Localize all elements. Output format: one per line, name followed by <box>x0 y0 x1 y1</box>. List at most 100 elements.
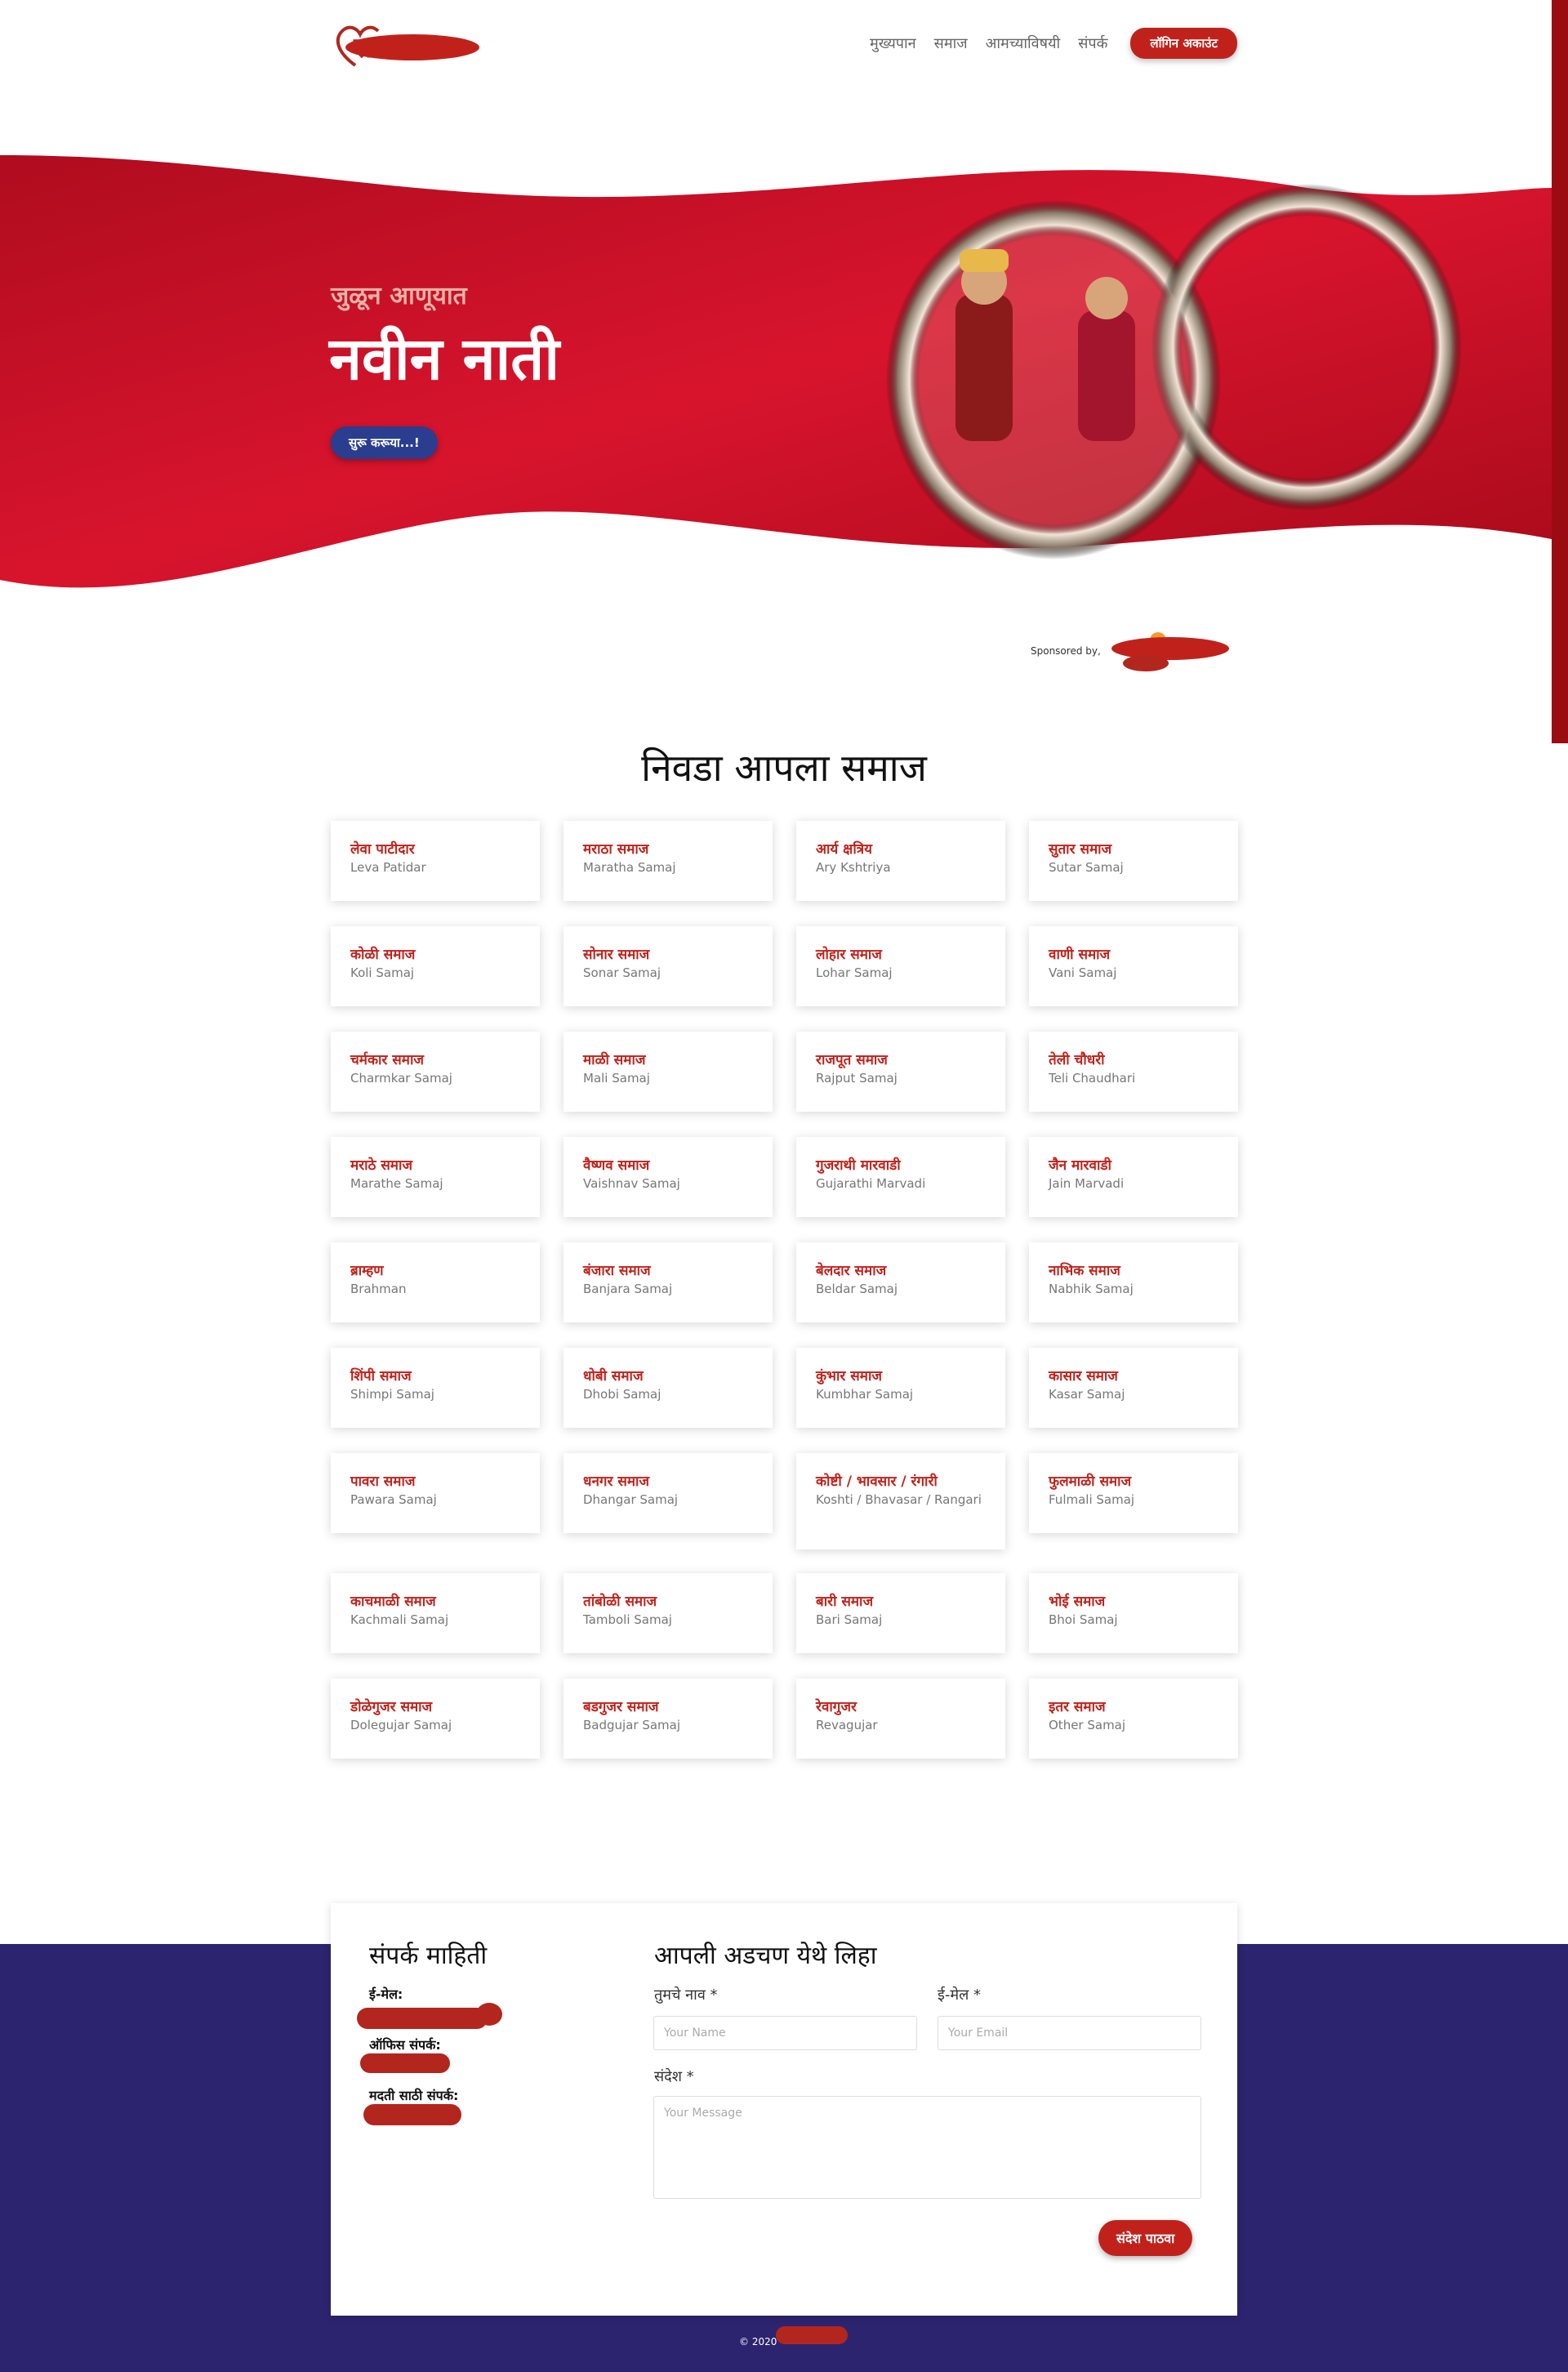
get-started-button[interactable]: सुरू करूया...! <box>331 426 438 459</box>
community-name-marathi: धनगर समाज <box>583 1474 650 1490</box>
community-card[interactable]: लोहार समाज Lohar Samaj <box>796 926 1005 1006</box>
community-card[interactable]: जैन मारवाडी Jain Marvadi <box>1029 1137 1238 1217</box>
name-input[interactable]: Your Name <box>653 2016 917 2050</box>
community-name-english: Ary Kshtriya <box>816 860 891 875</box>
community-name-marathi: पावरा समाज <box>350 1474 416 1490</box>
community-name-english: Koshti / Bhavasar / Rangari <box>816 1492 982 1507</box>
community-name-marathi: आर्य क्षत्रिय <box>816 841 872 858</box>
community-name-marathi: तेली चौधरी <box>1049 1052 1105 1068</box>
message-label: संदेश * <box>654 2068 694 2085</box>
redacted-help-number <box>363 2104 461 2125</box>
community-name-english: Brahman <box>350 1282 407 1296</box>
community-card[interactable]: नाभिक समाज Nabhik Samaj <box>1029 1242 1238 1322</box>
community-card[interactable]: माळी समाज Mali Samaj <box>564 1032 773 1112</box>
nav-communities[interactable]: समाज <box>934 33 968 53</box>
community-card[interactable]: गुजराथी मारवाडी Gujarathi Marvadi <box>796 1137 1005 1217</box>
community-card[interactable]: आर्य क्षत्रिय Ary Kshtriya <box>796 821 1005 901</box>
community-card[interactable]: डोळेगुजर समाज Dolegujar Samaj <box>331 1679 540 1759</box>
message-textarea[interactable]: Your Message <box>653 2096 1201 2199</box>
community-card[interactable]: राजपूत समाज Rajput Samaj <box>796 1032 1005 1112</box>
community-name-english: Bari Samaj <box>816 1612 883 1627</box>
sponsor-label: Sponsored by, <box>1031 645 1101 657</box>
community-card[interactable]: मराठा समाज Maratha Samaj <box>564 821 773 901</box>
main-nav: मुख्यपान समाज आमच्याविषयी संपर्क लॉगिन अ… <box>852 28 1237 59</box>
redacted-email-end <box>476 2003 502 2026</box>
community-name-english: Tamboli Samaj <box>583 1612 672 1627</box>
community-name-marathi: काचमाळी समाज <box>350 1594 436 1610</box>
community-name-marathi: वाणी समाज <box>1049 947 1111 963</box>
site-logo[interactable]: स <box>331 15 486 74</box>
community-card[interactable]: कासार समाज Kasar Samaj <box>1029 1348 1238 1428</box>
community-card[interactable]: तेली चौधरी Teli Chaudhari <box>1029 1032 1238 1112</box>
hero-title: नवीन नाती <box>329 324 559 393</box>
community-name-marathi: मराठे समाज <box>350 1157 412 1174</box>
community-card[interactable]: काचमाळी समाज Kachmali Samaj <box>331 1573 540 1653</box>
community-card[interactable]: तांबोळी समाज Tamboli Samaj <box>564 1573 773 1653</box>
ring-right <box>1152 184 1462 511</box>
community-name-english: Vani Samaj <box>1049 965 1117 980</box>
community-card[interactable]: फुलमाळी समाज Fulmali Samaj <box>1029 1453 1238 1533</box>
send-message-button[interactable]: संदेश पाठवा <box>1098 2220 1193 2256</box>
community-card[interactable]: कोळी समाज Koli Samaj <box>331 926 540 1006</box>
community-card[interactable]: बडगुजर समाज Badgujar Samaj <box>564 1679 773 1759</box>
community-card[interactable]: लेवा पाटीदार Leva Patidar <box>331 821 540 901</box>
community-card[interactable]: बारी समाज Bari Samaj <box>796 1573 1005 1653</box>
community-card[interactable]: पावरा समाज Pawara Samaj <box>331 1453 540 1533</box>
community-name-marathi: बडगुजर समाज <box>583 1699 659 1715</box>
community-card[interactable]: भोई समाज Bhoi Samaj <box>1029 1573 1238 1653</box>
community-name-english: Kachmali Samaj <box>350 1612 449 1627</box>
nav-home[interactable]: मुख्यपान <box>870 33 916 53</box>
community-name-english: Kumbhar Samaj <box>816 1387 914 1402</box>
community-name-english: Bhoi Samaj <box>1049 1612 1118 1627</box>
community-name-marathi: माळी समाज <box>583 1052 646 1068</box>
community-name-english: Shimpi Samaj <box>350 1387 434 1402</box>
community-card[interactable]: सोनार समाज Sonar Samaj <box>564 926 773 1006</box>
community-name-marathi: कुंभार समाज <box>816 1368 882 1384</box>
community-card[interactable]: कोष्टी / भावसार / रंगारी Koshti / Bhavasa… <box>796 1453 1005 1549</box>
bride-figure <box>1078 310 1135 441</box>
nav-contact[interactable]: संपर्क <box>1078 33 1107 53</box>
community-name-marathi: बंजारा समाज <box>583 1263 651 1279</box>
community-card[interactable]: वाणी समाज Vani Samaj <box>1029 926 1238 1006</box>
community-card[interactable]: कुंभार समाज Kumbhar Samaj <box>796 1348 1005 1428</box>
community-name-english: Jain Marvadi <box>1049 1176 1125 1191</box>
community-card[interactable]: रेवागुजर Revagujar <box>796 1679 1005 1759</box>
redacted-email <box>357 2008 488 2029</box>
community-name-marathi: इतर समाज <box>1049 1699 1106 1715</box>
office-contact-label: ऑफिस संपर्क: <box>369 2037 441 2053</box>
community-card[interactable]: बंजारा समाज Banjara Samaj <box>564 1242 773 1322</box>
hero-banner: जुळून आणूयात नवीन नाती सुरू करूया...! <box>0 155 1568 596</box>
community-name-english: Gujarathi Marvadi <box>816 1176 926 1191</box>
nav-about[interactable]: आमच्याविषयी <box>986 33 1061 53</box>
community-card[interactable]: मराठे समाज Marathe Samaj <box>331 1137 540 1217</box>
community-name-marathi: भोई समाज <box>1049 1594 1106 1610</box>
community-name-english: Dhangar Samaj <box>583 1492 679 1507</box>
name-label: तुमचे नाव * <box>654 1986 718 2004</box>
hero-background <box>0 155 1552 588</box>
community-name-marathi: कासार समाज <box>1049 1368 1118 1384</box>
community-card[interactable]: इतर समाज Other Samaj <box>1029 1679 1238 1759</box>
contact-panel: संपर्क माहिती ई-मेल: ऑफिस संपर्क: मदती स… <box>331 1903 1237 2316</box>
community-card[interactable]: धनगर समाज Dhangar Samaj <box>564 1453 773 1533</box>
community-name-english: Maratha Samaj <box>583 860 676 875</box>
contact-info-title: संपर्क माहिती <box>369 1942 488 1970</box>
community-card[interactable]: बेलदार समाज Beldar Samaj <box>796 1242 1005 1322</box>
community-name-english: Beldar Samaj <box>816 1282 898 1296</box>
redacted-footer-name <box>776 2326 848 2344</box>
login-button[interactable]: लॉगिन अकाउंट <box>1130 28 1237 59</box>
sponsor-logo[interactable] <box>1109 622 1232 680</box>
community-name-marathi: गुजराथी मारवाडी <box>816 1157 901 1174</box>
community-name-marathi: बारी समाज <box>816 1594 874 1610</box>
community-card[interactable]: शिंपी समाज Shimpi Samaj <box>331 1348 540 1428</box>
community-card[interactable]: सुतार समाज Sutar Samaj <box>1029 821 1238 901</box>
community-card[interactable]: ब्राम्हण Brahman <box>331 1242 540 1322</box>
community-card[interactable]: चर्मकार समाज Charmkar Samaj <box>331 1032 540 1112</box>
community-name-marathi: धोबी समाज <box>583 1368 644 1384</box>
community-card[interactable]: धोबी समाज Dhobi Samaj <box>564 1348 773 1428</box>
email-input[interactable]: Your Email <box>938 2016 1201 2050</box>
community-name-english: Kasar Samaj <box>1049 1387 1125 1402</box>
community-name-english: Teli Chaudhari <box>1049 1071 1136 1086</box>
copyright: © 2020 <box>739 2336 777 2347</box>
community-card[interactable]: वैष्णव समाज Vaishnav Samaj <box>564 1137 773 1217</box>
groom-figure <box>956 294 1013 441</box>
